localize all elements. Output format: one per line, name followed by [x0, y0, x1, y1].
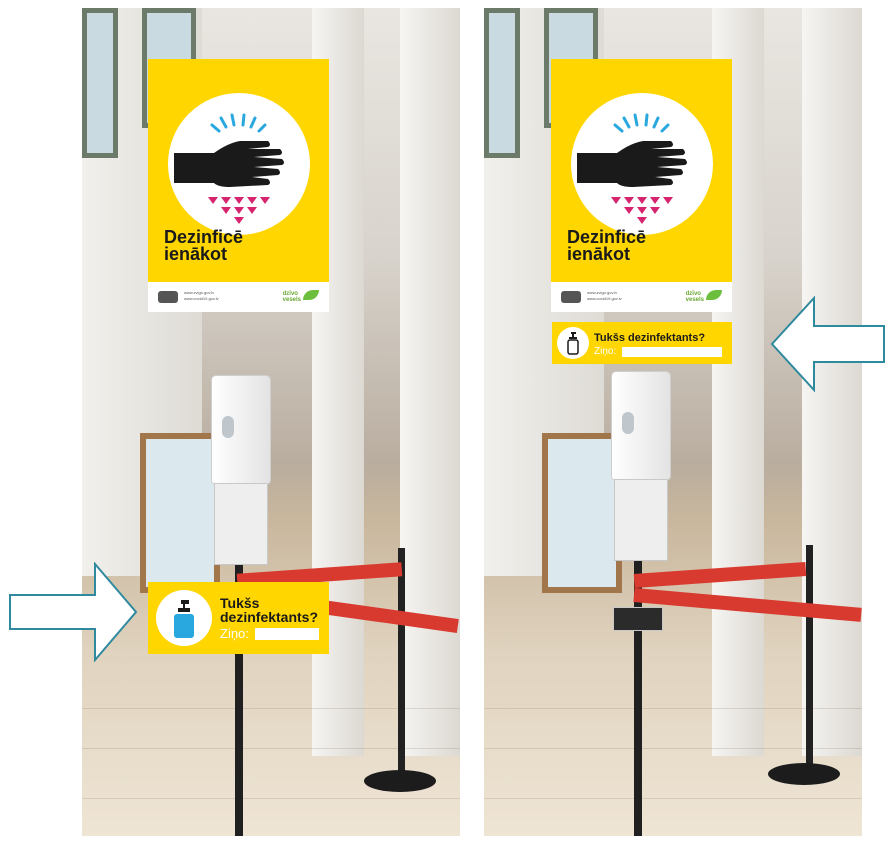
poster-title: Dezinficē ienākot: [164, 228, 284, 264]
brand-line2: vesels: [282, 297, 301, 303]
sign-text-line1: Tukšs: [220, 595, 260, 611]
bottle-icon-circle: [156, 590, 212, 646]
background-doorway: [140, 433, 220, 593]
empty-disinfectant-sign: Tukšs dezinfektants? Ziņo:: [552, 322, 732, 364]
disinfect-poster: Dezinficē ienākot www.zvigo.gov.lv www.c…: [148, 59, 329, 312]
sign-text-line2: dezinfektants?: [220, 609, 319, 625]
hand-disinfect-icon: [577, 113, 687, 224]
disinfect-poster: Dezinficē ienākot www.zvigo.gov.lv www.c…: [551, 59, 732, 312]
drip-tray: [615, 480, 667, 560]
empty-disinfectant-sign: Tukšs dezinfektants? Ziņo:: [148, 582, 329, 654]
drip-tray: [215, 484, 267, 564]
brand-label: dzīvo vesels: [283, 291, 301, 303]
hand-disinfect-icon: [174, 113, 284, 224]
leaf-icon: [706, 290, 722, 300]
background-window: [484, 8, 520, 158]
poster-footer: www.zvigo.gov.lv www.covid19.gov.lv dzīv…: [148, 282, 329, 312]
leaf-icon: [303, 290, 319, 300]
sanitizer-dispenser: [612, 372, 670, 480]
coat-of-arms-logo: [561, 291, 581, 303]
poster-title-line2: ienākot: [567, 244, 631, 264]
stanchion-base: [364, 770, 436, 792]
background-window: [82, 8, 118, 158]
arrow-right-icon: [9, 562, 138, 662]
coat-of-arms-logo: [158, 291, 178, 303]
stanchion-post: [806, 545, 813, 780]
contact-blank-field: [622, 347, 722, 357]
bottle-icon-circle: [557, 327, 589, 359]
arrow-left-icon: [770, 296, 885, 392]
pump-bottle-icon: [174, 600, 194, 638]
poster-urls: www.zvigo.gov.lv www.covid19.gov.lv: [587, 290, 622, 302]
sanitizer-dispenser: [212, 376, 270, 484]
stanchion-base: [768, 763, 840, 785]
background-doorway: [542, 433, 622, 593]
poster-title: Dezinficē ienākot: [567, 228, 687, 264]
hand-icon-circle: [571, 93, 713, 235]
sign-contact-label: Ziņo:: [594, 346, 617, 357]
pump-bottle-icon: [567, 332, 579, 355]
hand-icon-circle: [168, 93, 310, 235]
poster-url-2: www.covid19.gov.lv: [587, 296, 622, 301]
stanchion-post: [398, 548, 405, 783]
poster-footer: www.zvigo.gov.lv www.covid19.gov.lv dzīv…: [551, 282, 732, 312]
poster-urls: www.zvigo.gov.lv www.covid19.gov.lv: [184, 290, 219, 302]
contact-blank-field: [255, 628, 319, 640]
sign-contact-label: Ziņo:: [220, 626, 249, 641]
post-bracket: [614, 608, 662, 630]
poster-url-2: www.covid19.gov.lv: [184, 296, 219, 301]
sign-text-line1: Tukšs dezinfektants?: [594, 332, 706, 344]
brand-line2: vesels: [685, 297, 704, 303]
background-pillar: [400, 8, 460, 756]
poster-title-line2: ienākot: [164, 244, 228, 264]
brand-label: dzīvo vesels: [686, 291, 704, 303]
